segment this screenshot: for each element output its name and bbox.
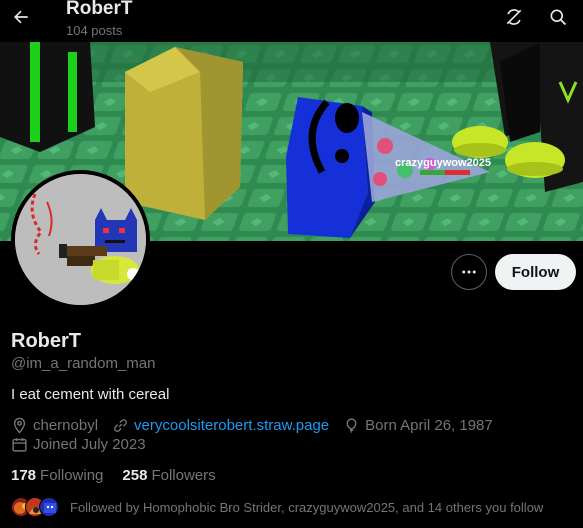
birthday: Born April 26, 1987 bbox=[343, 417, 493, 434]
arrow-left-icon bbox=[14, 10, 28, 24]
joined-date: Joined July 2023 bbox=[11, 436, 146, 453]
joined-row: Joined July 2023 bbox=[11, 436, 160, 453]
bio: I eat cement with cereal bbox=[11, 386, 170, 403]
grok-icon bbox=[506, 9, 522, 25]
followers-you-know[interactable]: Followed by Homophobic Bro Strider, craz… bbox=[11, 496, 543, 518]
user-handle: @im_a_random_man bbox=[11, 355, 156, 372]
post-count: 104 posts bbox=[66, 23, 123, 38]
more-dots-icon bbox=[462, 270, 476, 274]
birthday-text: Born April 26, 1987 bbox=[365, 417, 493, 434]
calendar-icon bbox=[12, 438, 27, 452]
location-text: chernobyl bbox=[33, 417, 99, 434]
follow-stats: 178 Following 258 Followers bbox=[11, 467, 235, 484]
followers-label: Followers bbox=[151, 467, 216, 484]
location-pin-icon bbox=[13, 417, 26, 434]
website-link[interactable]: verycoolsiterobert.straw.page bbox=[134, 417, 329, 434]
balloon-icon bbox=[346, 418, 357, 433]
profile-header: RoberT 104 posts bbox=[0, 0, 583, 42]
profile-meta-row: chernobyl verycoolsiterobert.straw.page … bbox=[11, 417, 507, 434]
search-button[interactable] bbox=[545, 4, 571, 30]
display-name: RoberT bbox=[11, 330, 81, 352]
follow-button[interactable]: Follow bbox=[495, 254, 576, 290]
website: verycoolsiterobert.straw.page bbox=[112, 417, 329, 434]
location: chernobyl bbox=[11, 417, 98, 434]
avatar-image bbox=[15, 174, 146, 305]
more-options-button[interactable] bbox=[451, 254, 487, 290]
avatar[interactable] bbox=[11, 170, 150, 309]
joined-text: Joined July 2023 bbox=[33, 436, 146, 453]
followers-count: 258 bbox=[122, 467, 148, 484]
followers-link[interactable]: 258 Followers bbox=[122, 467, 215, 484]
link-icon bbox=[114, 419, 127, 432]
search-icon bbox=[550, 9, 567, 26]
player-nametag: crazyguywow2025 bbox=[395, 157, 491, 169]
mutual-avatar bbox=[39, 497, 59, 517]
mutual-avatars bbox=[11, 496, 63, 518]
following-label: Following bbox=[40, 467, 104, 484]
header-title: RoberT bbox=[66, 0, 133, 19]
followed-by-text: Followed by Homophobic Bro Strider, craz… bbox=[70, 499, 544, 515]
following-link[interactable]: 178 Following bbox=[11, 467, 103, 484]
grok-button[interactable] bbox=[501, 4, 527, 30]
back-button[interactable] bbox=[6, 2, 36, 32]
following-count: 178 bbox=[11, 467, 37, 484]
